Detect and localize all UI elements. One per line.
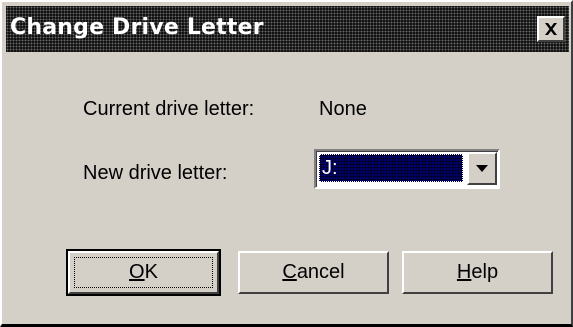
chevron-down-icon xyxy=(476,164,488,172)
current-drive-letter-label: Current drive letter: xyxy=(83,98,255,120)
cancel-label: Cancel xyxy=(282,261,344,284)
help-label: Help xyxy=(457,261,498,284)
help-button[interactable]: Help xyxy=(402,251,553,294)
dropdown-arrow-button[interactable] xyxy=(467,152,497,185)
cancel-accelerator: C xyxy=(282,261,297,283)
change-drive-letter-dialog: Change Drive Letter Current drive letter… xyxy=(0,0,573,327)
title-bar[interactable]: Change Drive Letter xyxy=(6,6,569,52)
window-title: Change Drive Letter xyxy=(10,15,264,40)
cancel-label-rest: ancel xyxy=(296,261,345,283)
close-icon xyxy=(545,23,557,35)
ok-button[interactable]: OK xyxy=(66,249,221,296)
new-drive-letter-select[interactable]: J: xyxy=(314,149,500,189)
new-drive-letter-label: New drive letter: xyxy=(83,162,228,184)
selected-drive-value[interactable]: J: xyxy=(319,154,463,182)
cancel-button[interactable]: Cancel xyxy=(238,251,389,294)
focus-rect xyxy=(74,257,213,288)
help-label-rest: elp xyxy=(471,261,499,283)
help-accelerator: H xyxy=(456,261,472,283)
close-button[interactable] xyxy=(537,16,565,42)
current-drive-letter-value: None xyxy=(319,98,367,120)
